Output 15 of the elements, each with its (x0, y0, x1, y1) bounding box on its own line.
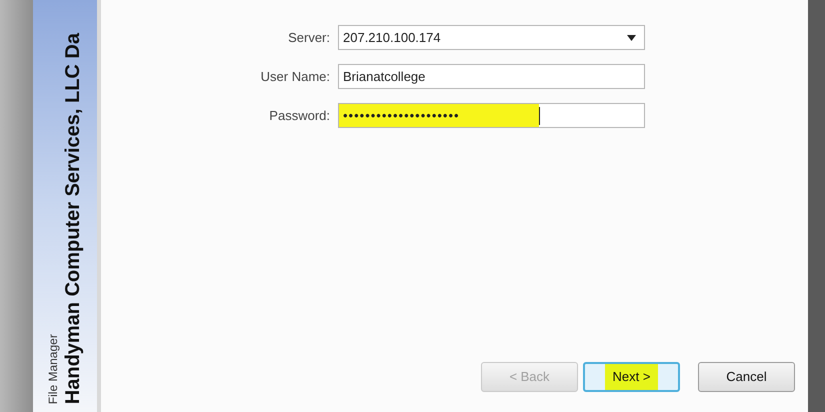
wizard-button[interactable]: Cancel (698, 362, 795, 392)
field-value: Brianatcollege (343, 68, 426, 86)
field-value: 207.210.100.174 (343, 28, 442, 47)
field-value: ••••••••••••••••••••• (339, 104, 539, 127)
text-cursor-icon (539, 106, 540, 124)
server-dropdown[interactable]: 207.210.100.174 (338, 25, 645, 50)
input-field[interactable]: Brianatcollege (338, 64, 645, 89)
input-field[interactable]: ••••••••••••••••••••• (338, 103, 645, 128)
field-label: Server: (287, 28, 331, 47)
field-label: User Name: (260, 68, 331, 86)
dropdown-arrow-icon[interactable] (627, 34, 636, 40)
field-label: Password: (268, 106, 331, 125)
banner-title: Handyman Computer Services, LLC Da (63, 32, 83, 404)
banner-subtitle: File Manager (47, 332, 59, 404)
wizard-button[interactable]: Next > (583, 362, 680, 392)
